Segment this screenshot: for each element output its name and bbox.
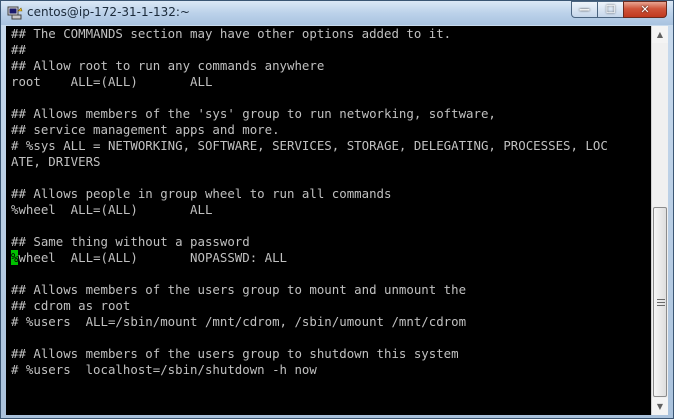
terminal-line: ## Same thing without a password xyxy=(11,234,250,249)
terminal-line: ## service management apps and more. xyxy=(11,122,280,137)
scroll-down-button[interactable]: ▼ xyxy=(652,398,668,415)
terminal-line-text: wheel ALL=(ALL) NOPASSWD: ALL xyxy=(18,250,288,265)
window-controls: — ☐ ✕ xyxy=(571,1,667,19)
maximize-icon: ☐ xyxy=(605,3,616,16)
minimize-icon: — xyxy=(579,3,590,16)
maximize-button[interactable]: ☐ xyxy=(597,1,624,18)
terminal-line: # %sys ALL = NETWORKING, SOFTWARE, SERVI… xyxy=(11,138,608,153)
terminal-line: ## cdrom as root xyxy=(11,298,131,313)
scroll-up-button[interactable]: ▲ xyxy=(652,26,668,43)
grip-line xyxy=(657,299,665,300)
terminal-line: ## Allow root to run any commands anywhe… xyxy=(11,58,325,73)
close-button[interactable]: ✕ xyxy=(623,1,667,18)
chevron-down-icon: ▼ xyxy=(656,402,664,411)
terminal-line: # %users ALL=/sbin/mount /mnt/cdrom, /sb… xyxy=(11,314,467,329)
minimize-button[interactable]: — xyxy=(571,1,598,18)
terminal-line: ## xyxy=(11,42,26,57)
terminal-line: %wheel ALL=(ALL) ALL xyxy=(11,202,213,217)
putty-icon xyxy=(7,6,23,20)
terminal-line: ## Allows people in group wheel to run a… xyxy=(11,186,392,201)
terminal-line: ## Allows members of the 'sys' group to … xyxy=(11,106,496,121)
grip-line xyxy=(657,305,665,306)
terminal-line: # %users localhost=/sbin/shutdown -h now xyxy=(11,362,317,377)
terminal-line: ## Allows members of the users group to … xyxy=(11,282,467,297)
terminal-line: ATE, DRIVERS xyxy=(11,154,101,169)
grip-line xyxy=(657,302,665,303)
terminal-window: centos@ip-172-31-1-132:~ — ☐ ✕ ## The CO… xyxy=(0,0,674,419)
chevron-up-icon: ▲ xyxy=(656,30,664,39)
title-bar[interactable]: centos@ip-172-31-1-132:~ — ☐ ✕ xyxy=(1,1,673,25)
terminal-line: ## Allows members of the users group to … xyxy=(11,346,459,361)
vertical-scrollbar[interactable]: ▲ ▼ xyxy=(651,26,668,415)
window-title: centos@ip-172-31-1-132:~ xyxy=(27,5,190,19)
terminal-line-cursor: %wheel ALL=(ALL) NOPASSWD: ALL xyxy=(11,250,287,266)
close-icon: ✕ xyxy=(640,3,650,16)
terminal-line: ## The COMMANDS section may have other o… xyxy=(11,26,452,41)
scroll-thumb[interactable] xyxy=(653,207,667,397)
terminal-screen[interactable]: ## The COMMANDS section may have other o… xyxy=(6,26,651,415)
terminal-line: root ALL=(ALL) ALL xyxy=(11,74,213,89)
